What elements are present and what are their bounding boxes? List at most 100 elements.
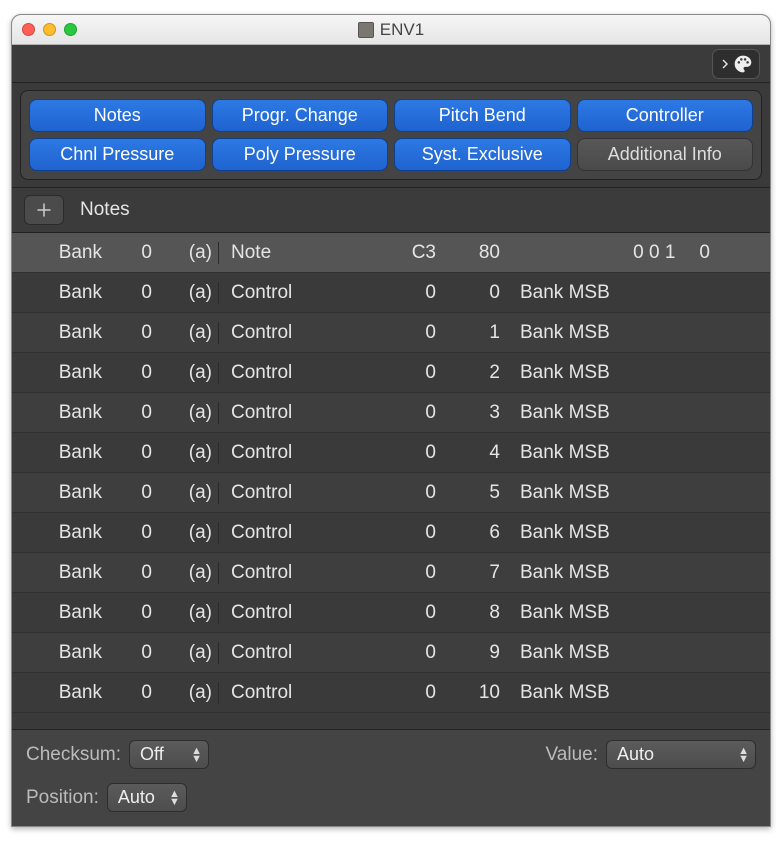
cell-bank: Bank bbox=[12, 482, 108, 504]
value-label: Value: bbox=[546, 744, 598, 766]
checksum-select[interactable]: Off ▲▼ bbox=[129, 740, 209, 769]
palette-icon bbox=[733, 54, 753, 74]
cell-type: Control bbox=[218, 562, 372, 584]
cell-type: Control bbox=[218, 602, 372, 624]
cell-index: 0 bbox=[108, 322, 158, 344]
cell-type: Control bbox=[218, 522, 372, 544]
cell-desc: Bank MSB bbox=[506, 602, 770, 624]
table-row[interactable]: Bank0(a)Control00Bank MSB bbox=[12, 273, 770, 313]
table-header-row[interactable]: Bank 0 (a) Note C3 80 0 0 1 0 bbox=[12, 233, 770, 273]
table-row[interactable]: Bank0(a)Control07Bank MSB bbox=[12, 553, 770, 593]
cell-v1: 0 bbox=[372, 642, 442, 664]
cell-type: Control bbox=[218, 642, 372, 664]
chevron-right-icon bbox=[719, 57, 731, 71]
cell-v1: 0 bbox=[372, 282, 442, 304]
col-bank: Bank bbox=[12, 242, 108, 264]
section-header: Notes bbox=[12, 187, 770, 233]
cell-desc: Bank MSB bbox=[506, 482, 770, 504]
cell-a: (a) bbox=[158, 322, 218, 344]
cell-bank: Bank bbox=[12, 362, 108, 384]
section-title: Notes bbox=[80, 199, 130, 221]
table-row[interactable]: Bank0(a)Control03Bank MSB bbox=[12, 393, 770, 433]
window-icon bbox=[358, 22, 374, 38]
cell-desc: Bank MSB bbox=[506, 362, 770, 384]
position-row: Position: Auto ▲▼ bbox=[26, 783, 386, 812]
env-window: ENV1 NotesProgr. ChangePitch BendControl… bbox=[11, 14, 771, 827]
color-palette-button[interactable] bbox=[712, 49, 760, 79]
cell-v2: 6 bbox=[442, 522, 506, 544]
chevron-updown-icon: ▲▼ bbox=[169, 790, 180, 806]
filter-pitch-bend[interactable]: Pitch Bend bbox=[394, 99, 571, 132]
cell-a: (a) bbox=[158, 442, 218, 464]
chevron-updown-icon: ▲▼ bbox=[191, 747, 202, 763]
cell-v2: 7 bbox=[442, 562, 506, 584]
cell-type: Control bbox=[218, 442, 372, 464]
cell-index: 0 bbox=[108, 642, 158, 664]
cell-index: 0 bbox=[108, 362, 158, 384]
col-a: (a) bbox=[158, 242, 218, 264]
cell-type: Control bbox=[218, 482, 372, 504]
zoom-window-button[interactable] bbox=[64, 23, 77, 36]
cell-index: 0 bbox=[108, 482, 158, 504]
minimize-window-button[interactable] bbox=[43, 23, 56, 36]
traffic-lights bbox=[12, 23, 77, 36]
cell-a: (a) bbox=[158, 482, 218, 504]
cell-v2: 2 bbox=[442, 362, 506, 384]
cell-desc: Bank MSB bbox=[506, 442, 770, 464]
add-button[interactable] bbox=[24, 195, 64, 225]
filter-syst-exclusive[interactable]: Syst. Exclusive bbox=[394, 138, 571, 171]
cell-desc: Bank MSB bbox=[506, 562, 770, 584]
table-row[interactable]: Bank0(a)Control06Bank MSB bbox=[12, 513, 770, 553]
filter-controller[interactable]: Controller bbox=[577, 99, 754, 132]
cell-index: 0 bbox=[108, 562, 158, 584]
cell-v2: 4 bbox=[442, 442, 506, 464]
cell-v2: 8 bbox=[442, 602, 506, 624]
table-row[interactable]: Bank0(a)Control01Bank MSB bbox=[12, 313, 770, 353]
cell-desc: Bank MSB bbox=[506, 282, 770, 304]
cell-v2: 5 bbox=[442, 482, 506, 504]
table-row[interactable]: Bank0(a)Control010Bank MSB bbox=[12, 673, 770, 713]
value-select[interactable]: Auto ▲▼ bbox=[606, 740, 756, 769]
table-row[interactable]: Bank0(a)Control02Bank MSB bbox=[12, 353, 770, 393]
cell-bank: Bank bbox=[12, 642, 108, 664]
cell-v2: 0 bbox=[442, 282, 506, 304]
cell-type: Control bbox=[218, 682, 372, 704]
filter-progr-change[interactable]: Progr. Change bbox=[212, 99, 389, 132]
position-select[interactable]: Auto ▲▼ bbox=[107, 783, 187, 812]
col-v2: 80 bbox=[442, 242, 506, 264]
position-label: Position: bbox=[26, 787, 99, 809]
cell-v1: 0 bbox=[372, 682, 442, 704]
filter-chnl-pressure[interactable]: Chnl Pressure bbox=[29, 138, 206, 171]
cell-desc: Bank MSB bbox=[506, 522, 770, 544]
table-row[interactable]: Bank0(a)Control05Bank MSB bbox=[12, 473, 770, 513]
cell-bank: Bank bbox=[12, 282, 108, 304]
filter-notes[interactable]: Notes bbox=[29, 99, 206, 132]
event-list: Bank 0 (a) Note C3 80 0 0 1 0 Bank0(a)Co… bbox=[12, 233, 770, 729]
cell-v1: 0 bbox=[372, 562, 442, 584]
cell-v2: 3 bbox=[442, 402, 506, 424]
cell-v2: 9 bbox=[442, 642, 506, 664]
cell-desc: Bank MSB bbox=[506, 682, 770, 704]
value-row: Value: Auto ▲▼ bbox=[396, 740, 756, 769]
plus-icon bbox=[35, 201, 53, 219]
cell-a: (a) bbox=[158, 642, 218, 664]
cell-desc: Bank MSB bbox=[506, 322, 770, 344]
col-index: 0 bbox=[108, 242, 158, 264]
cell-a: (a) bbox=[158, 682, 218, 704]
table-row[interactable]: Bank0(a)Control09Bank MSB bbox=[12, 633, 770, 673]
event-filter-panel: NotesProgr. ChangePitch BendController Ch… bbox=[20, 90, 762, 180]
cell-bank: Bank bbox=[12, 402, 108, 424]
close-window-button[interactable] bbox=[22, 23, 35, 36]
cell-v2: 10 bbox=[442, 682, 506, 704]
table-row[interactable]: Bank0(a)Control04Bank MSB bbox=[12, 433, 770, 473]
top-toolbar bbox=[12, 45, 770, 83]
filter-additional-info[interactable]: Additional Info bbox=[577, 138, 754, 171]
table-row[interactable]: Bank0(a)Control08Bank MSB bbox=[12, 593, 770, 633]
cell-v1: 0 bbox=[372, 322, 442, 344]
cell-a: (a) bbox=[158, 522, 218, 544]
filter-poly-pressure[interactable]: Poly Pressure bbox=[212, 138, 389, 171]
cell-type: Control bbox=[218, 362, 372, 384]
cell-bank: Bank bbox=[12, 602, 108, 624]
cell-index: 0 bbox=[108, 522, 158, 544]
cell-type: Control bbox=[218, 322, 372, 344]
